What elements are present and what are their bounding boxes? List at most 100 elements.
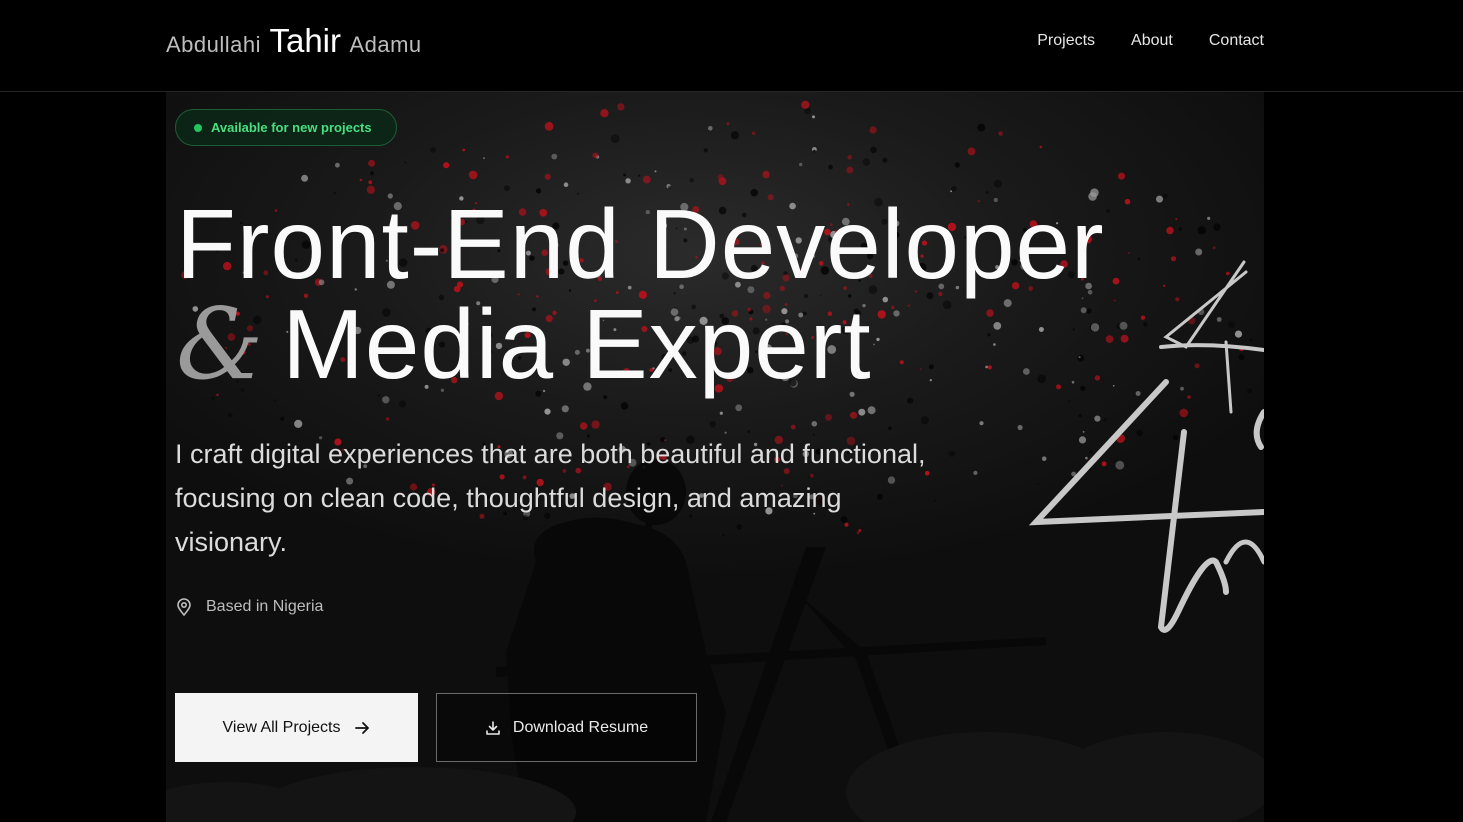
splatter-dot xyxy=(368,159,376,167)
splatter-dot xyxy=(1113,299,1116,302)
splatter-dot xyxy=(812,115,815,119)
splatter-dot xyxy=(1101,461,1107,467)
splatter-dot xyxy=(227,412,233,418)
splatter-dot xyxy=(1226,271,1230,276)
splatter-dot xyxy=(1163,284,1166,287)
download-icon xyxy=(486,720,500,735)
nav-link-projects[interactable]: Projects xyxy=(1037,32,1095,50)
splatter-dot xyxy=(1120,334,1129,343)
splatter-dot xyxy=(977,123,986,132)
arrow-right-icon xyxy=(355,721,370,734)
splatter-dot xyxy=(620,402,629,410)
location-info: Based in Nigeria xyxy=(176,598,323,616)
splatter-dot xyxy=(294,419,303,428)
splatter-dot xyxy=(625,178,631,184)
splatter-dot xyxy=(967,147,976,156)
splatter-dot xyxy=(1175,218,1178,221)
splatter-dot xyxy=(1094,415,1101,422)
splatter-dot xyxy=(1037,483,1040,486)
splatter-dot xyxy=(563,182,569,187)
splatter-dot xyxy=(846,166,854,174)
splatter-dot xyxy=(709,420,716,428)
splatter-dot xyxy=(1124,198,1131,205)
view-all-projects-button[interactable]: View All Projects xyxy=(175,693,418,762)
splatter-dot xyxy=(551,153,558,160)
brand-logo[interactable]: Abdullahi Tahir Adamu xyxy=(166,22,422,60)
splatter-dot xyxy=(1082,431,1085,433)
splatter-dot xyxy=(1156,195,1163,203)
splatter-dot xyxy=(1068,400,1071,403)
splatter-dot xyxy=(973,470,978,475)
nav-link-contact[interactable]: Contact xyxy=(1209,32,1264,50)
splatter-dot xyxy=(654,170,657,173)
splatter-dot xyxy=(369,171,375,176)
splatter-dot xyxy=(368,180,373,185)
splatter-dot xyxy=(862,158,871,166)
splatter-dot xyxy=(948,450,955,457)
splatter-dot xyxy=(954,162,960,168)
splatter-dot xyxy=(888,426,892,431)
splatter-dot xyxy=(544,173,551,180)
nav-link-about[interactable]: About xyxy=(1131,32,1173,50)
splatter-dot xyxy=(580,422,588,430)
splatter-dot xyxy=(811,421,818,427)
splatter-dot xyxy=(1136,429,1143,437)
splatter-dot xyxy=(828,164,833,170)
splatter-dot xyxy=(359,178,362,182)
download-resume-button[interactable]: Download Resume xyxy=(436,693,697,762)
splatter-dot xyxy=(1039,145,1043,149)
splatter-dot xyxy=(1143,322,1148,327)
splatter-dot xyxy=(280,416,285,421)
splatter-dot xyxy=(1166,226,1174,235)
splatter-dot xyxy=(907,397,914,404)
brand-middle-name: Tahir xyxy=(269,22,341,59)
splatter-dot xyxy=(1172,435,1179,441)
splatter-dot xyxy=(717,174,724,180)
splatter-dot xyxy=(882,157,888,163)
splatter-dot xyxy=(404,161,407,164)
site-header: Abdullahi Tahir Adamu Projects About Con… xyxy=(0,0,1463,92)
splatter-dot xyxy=(1195,248,1203,256)
brand-first-name: Abdullahi xyxy=(166,32,262,57)
splatter-dot xyxy=(430,147,436,153)
splatter-dot xyxy=(617,103,625,111)
splatter-dot xyxy=(799,162,803,167)
splatter-dot xyxy=(1212,246,1216,250)
splatter-dot xyxy=(1112,277,1120,285)
download-resume-label: Download Resume xyxy=(512,718,649,736)
hero-title-line2: Media Expert xyxy=(282,289,872,399)
splatter-dot xyxy=(870,146,877,154)
splatter-dot xyxy=(1041,456,1047,462)
splatter-dot xyxy=(998,131,1003,136)
splatter-dot xyxy=(544,408,551,415)
availability-text: Available for new projects xyxy=(211,120,372,135)
splatter-dot xyxy=(735,404,743,412)
status-dot-icon xyxy=(194,123,202,132)
splatter-dot xyxy=(1187,395,1191,399)
splatter-dot xyxy=(505,155,510,159)
hero-title-line1: Front-End Developer xyxy=(176,189,1105,299)
splatter-dot xyxy=(1103,418,1108,422)
splatter-dot xyxy=(1127,252,1130,254)
brand-last-name: Adamu xyxy=(349,32,422,57)
splatter-dot xyxy=(385,417,390,421)
hero-title-line2-wrap: & Media Expert xyxy=(176,294,1105,395)
hero-title: Front-End Developer & Media Expert xyxy=(176,194,1105,395)
splatter-dot xyxy=(483,157,485,159)
hero-section: Available for new projects Front-End Dev… xyxy=(166,92,1264,822)
splatter-dot xyxy=(867,406,876,415)
splatter-dot xyxy=(708,126,713,131)
splatter-dot xyxy=(726,122,730,126)
splatter-dot xyxy=(1197,226,1206,235)
splatter-dot xyxy=(638,174,641,177)
splatter-dot xyxy=(813,149,816,153)
availability-badge: Available for new projects xyxy=(175,109,397,146)
splatter-dot xyxy=(1180,386,1184,391)
splatter-dot xyxy=(1106,209,1111,213)
hero-description: I craft digital experiences that are bot… xyxy=(175,439,926,557)
splatter-dot xyxy=(850,411,858,419)
splatter-dot xyxy=(703,148,708,153)
splatter-dot xyxy=(610,134,620,143)
splatter-dot xyxy=(1234,330,1243,338)
splatter-dot xyxy=(335,162,340,168)
